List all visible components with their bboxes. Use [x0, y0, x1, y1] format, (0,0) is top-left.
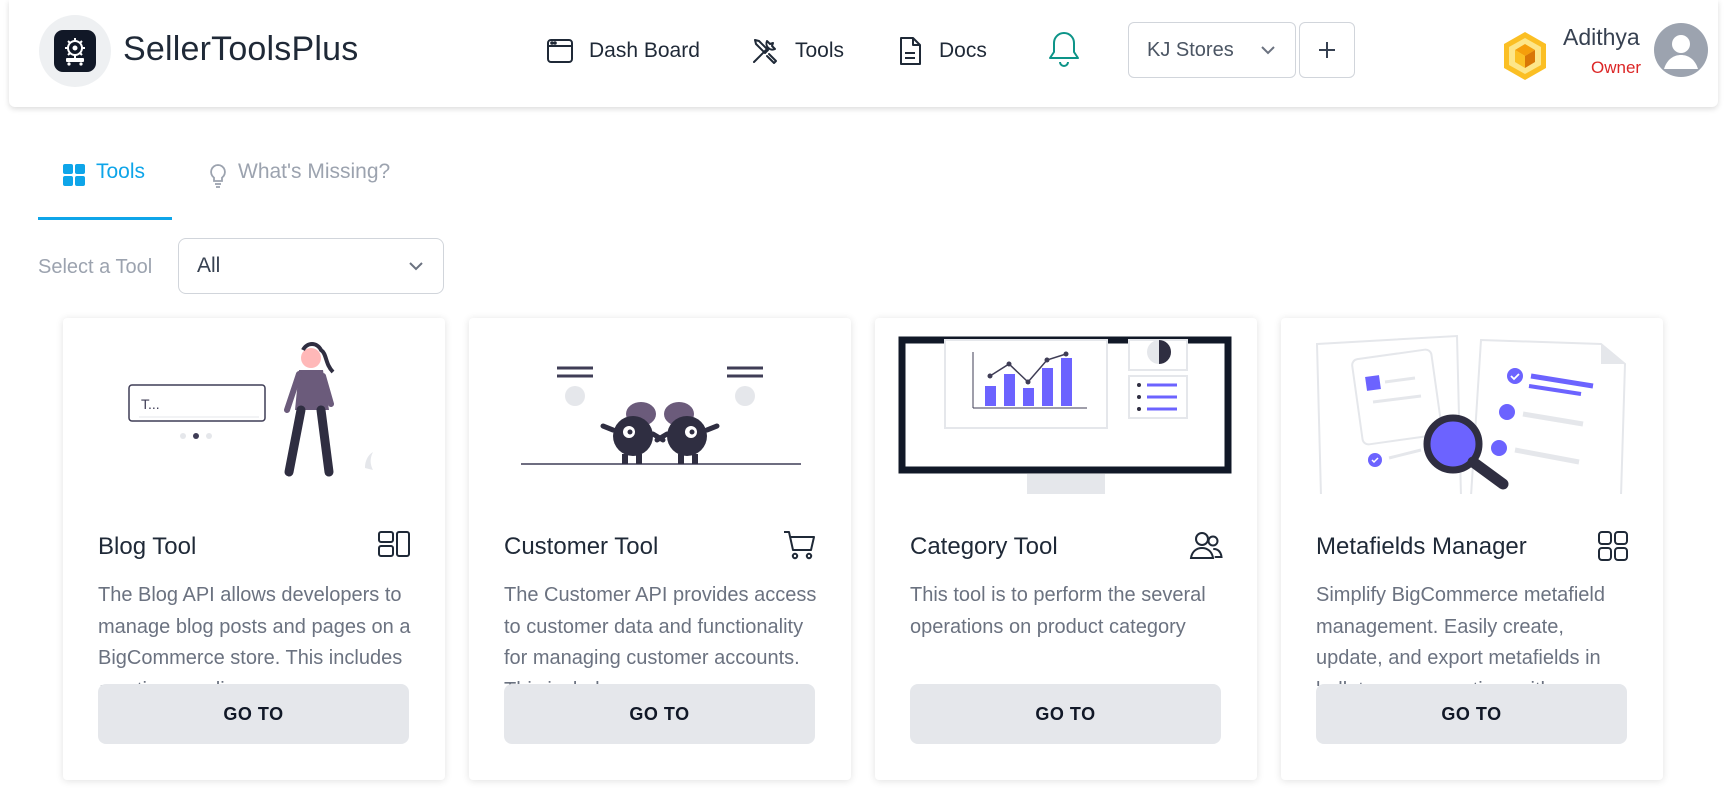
go-to-button[interactable]: GO TO [1316, 684, 1627, 744]
category-illustration [875, 318, 1257, 494]
lightbulb-icon [210, 164, 226, 188]
nav-tools-label: Tools [795, 39, 845, 62]
gear-cart-logo-icon [54, 30, 96, 72]
chevron-down-icon [1261, 46, 1275, 55]
blog-illustration: T... [63, 318, 445, 494]
layout-icon[interactable] [377, 530, 411, 558]
brand-name[interactable]: SellerToolsPlus [123, 30, 358, 69]
document-icon [900, 37, 921, 65]
store-select[interactable]: KJ Stores [1128, 22, 1296, 78]
user-role: Owner [1591, 58, 1642, 77]
tool-card-customer: Customer Tool The Customer API provides … [469, 318, 851, 780]
brand-logo[interactable] [39, 15, 111, 87]
metafields-illustration [1281, 318, 1663, 494]
user-avatar-icon [1664, 35, 1698, 69]
users-icon[interactable] [1189, 530, 1223, 560]
plus-icon [1319, 42, 1335, 58]
card-title: Metafields Manager [1316, 533, 1527, 560]
tab-whats-missing-label: What's Missing? [238, 160, 391, 183]
illus-input-text: T... [141, 396, 160, 412]
tab-tools[interactable]: Tools [38, 160, 172, 220]
nav-docs-label: Docs [939, 39, 987, 62]
browser-window-icon [547, 39, 573, 63]
customer-illustration [469, 318, 851, 494]
tools-icon [753, 39, 777, 64]
card-description: Simplify BigCommerce metafield managemen… [1316, 584, 1605, 686]
bell-icon[interactable] [1047, 30, 1081, 73]
card-title: Blog Tool [98, 533, 197, 560]
add-store-button[interactable] [1299, 22, 1355, 78]
select-tool-label: Select a Tool [38, 256, 153, 278]
tool-select[interactable]: All [178, 238, 444, 294]
apps-grid-icon[interactable] [1597, 530, 1629, 562]
nav-docs[interactable]: Docs [895, 33, 987, 69]
go-to-button[interactable]: GO TO [504, 684, 815, 744]
chevron-down-icon [409, 262, 423, 271]
tool-card-blog: T... Blog Tool The Blog API allows devel… [63, 318, 445, 780]
card-description: This tool is to perform the several oper… [910, 584, 1206, 638]
tool-select-value: All [197, 254, 221, 277]
top-header: SellerToolsPlus Dash Board Tools Docs KJ… [9, 0, 1718, 107]
nav-dashboard-label: Dash Board [589, 39, 700, 62]
tab-tools-label: Tools [96, 160, 146, 183]
tool-card-category: Category Tool This tool is to perform th… [875, 318, 1257, 780]
shopping-cart-icon[interactable] [783, 530, 817, 560]
nav-dashboard[interactable]: Dash Board [545, 33, 700, 69]
card-description: The Blog API allows developers to manage… [98, 584, 411, 686]
user-name: Adithya [1563, 24, 1640, 50]
avatar[interactable] [1654, 23, 1708, 77]
go-to-button[interactable]: GO TO [910, 684, 1221, 744]
card-title: Customer Tool [504, 533, 659, 560]
card-title: Category Tool [910, 533, 1058, 560]
grid-icon [63, 164, 85, 186]
card-description: The Customer API provides access to cust… [504, 584, 817, 686]
go-to-button[interactable]: GO TO [98, 684, 409, 744]
store-select-value: KJ Stores [1147, 38, 1234, 61]
nav-tools[interactable]: Tools [749, 33, 844, 69]
plan-badge-icon [1501, 30, 1549, 87]
tab-whats-missing[interactable]: What's Missing? [208, 160, 390, 220]
tool-card-metafields: Metafields Manager Simplify BigCommerce … [1281, 318, 1663, 780]
